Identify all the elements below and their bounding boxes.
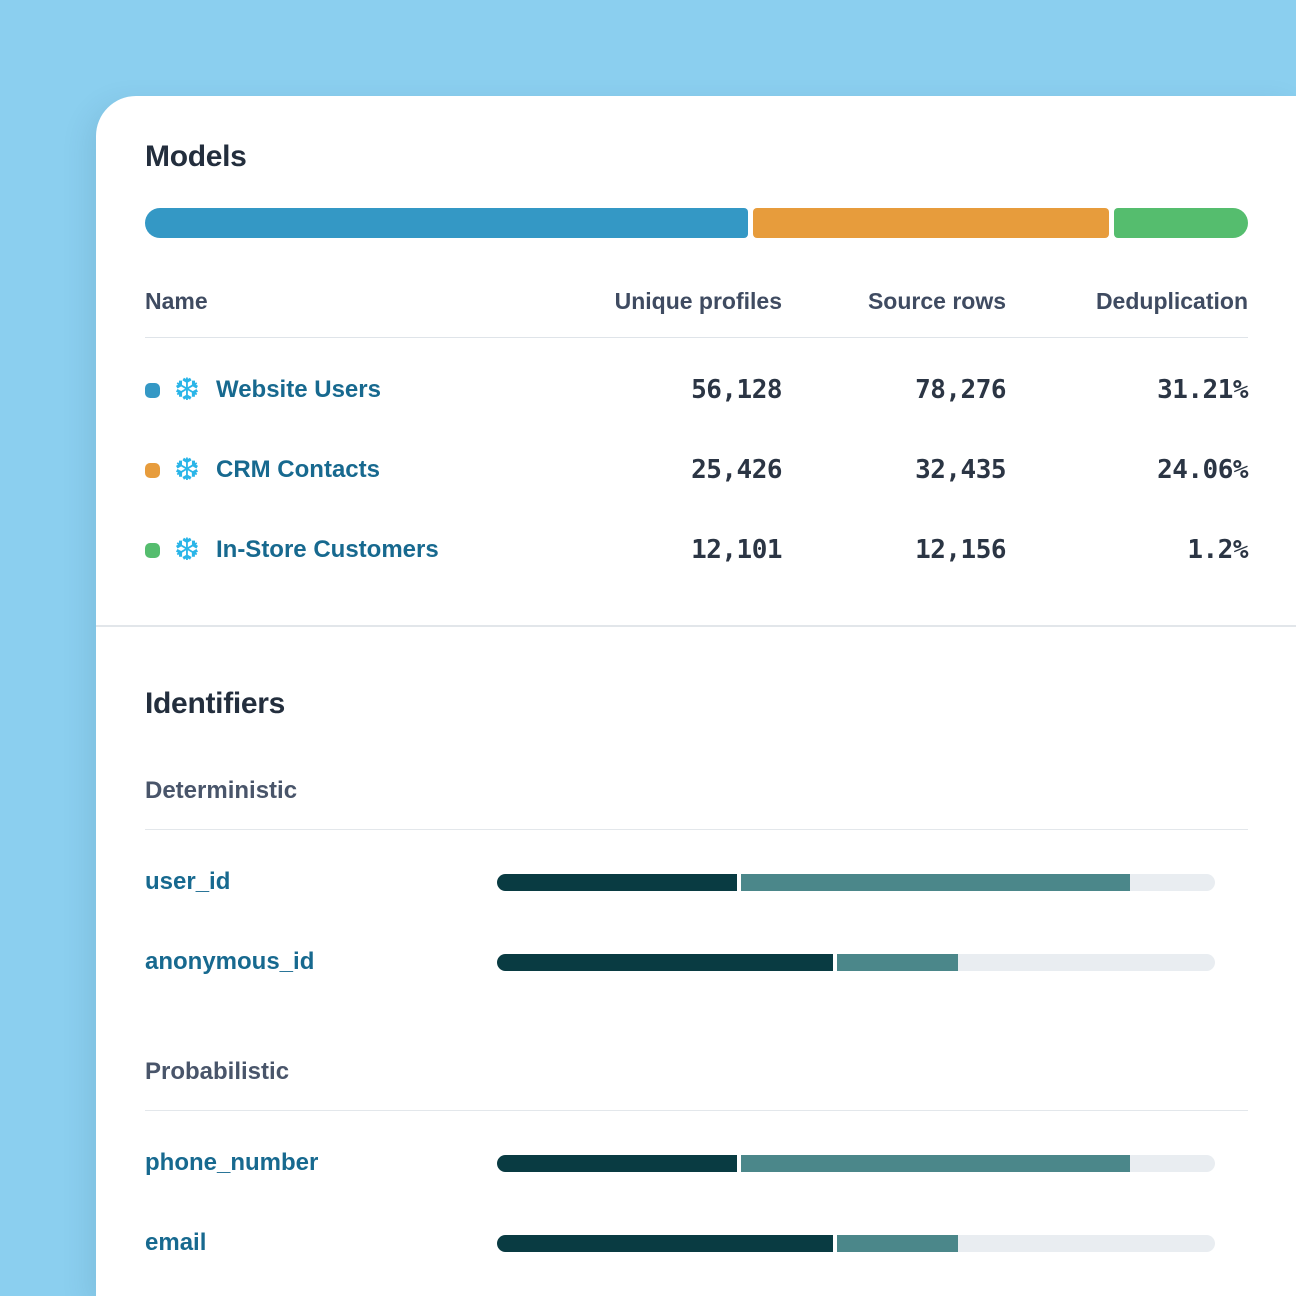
deduplication-value: 1.2%: [1006, 535, 1248, 565]
models-section: Models Name Unique profiles Source rows …: [96, 96, 1296, 590]
bar-segment-resolved: [497, 1235, 833, 1252]
stacked-bar-segment-in-store-customers[interactable]: [1114, 208, 1248, 238]
identifier-row: email: [145, 1203, 1248, 1283]
main-card: Models Name Unique profiles Source rows …: [96, 96, 1296, 1296]
divider: [145, 1110, 1248, 1111]
model-name-cell: ❆ Website Users: [145, 375, 542, 406]
unique-profiles-value: 12,101: [542, 535, 782, 565]
bar-segment-resolved: [497, 874, 737, 891]
model-name-link[interactable]: In-Store Customers: [216, 536, 439, 564]
identifier-name-link[interactable]: email: [145, 1229, 497, 1257]
deduplication-value: 31.21%: [1006, 375, 1248, 405]
model-name-link[interactable]: CRM Contacts: [216, 456, 380, 484]
bar-segment-resolved: [497, 954, 833, 971]
bar-segment-partial: [837, 1235, 958, 1252]
models-table-body: ❆ Website Users 56,128 78,276 31.21% ❆ C…: [145, 350, 1248, 590]
identifier-bar-track: [497, 1155, 1215, 1172]
snowflake-icon: ❆: [174, 455, 200, 486]
divider: [145, 829, 1248, 830]
identifier-group-rows: phone_number email: [145, 1123, 1248, 1283]
model-name-link[interactable]: Website Users: [216, 376, 381, 404]
deduplication-value: 24.06%: [1006, 455, 1248, 485]
bar-segment-partial: [837, 954, 958, 971]
source-rows-value: 32,435: [782, 455, 1006, 485]
models-table-header: Name Unique profiles Source rows Dedupli…: [145, 288, 1248, 338]
snowflake-icon: ❆: [174, 375, 200, 406]
identifier-group-rows: user_id anonymous_id: [145, 842, 1248, 1002]
source-rows-value: 12,156: [782, 535, 1006, 565]
identifier-row: phone_number: [145, 1123, 1248, 1203]
identifier-row: anonymous_id: [145, 922, 1248, 1002]
table-row: ❆ Website Users 56,128 78,276 31.21%: [145, 350, 1248, 430]
identifier-name-link[interactable]: anonymous_id: [145, 948, 497, 976]
identifier-groups: Deterministic user_id anonymous_id Proba…: [145, 777, 1248, 1283]
table-row: ❆ In-Store Customers 12,101 12,156 1.2%: [145, 510, 1248, 590]
identifier-name-link[interactable]: phone_number: [145, 1149, 497, 1177]
col-header-name: Name: [145, 288, 542, 315]
bar-segment-resolved: [497, 1155, 737, 1172]
bar-segment-partial: [741, 1155, 1130, 1172]
stacked-bar-segment-crm-contacts[interactable]: [753, 208, 1109, 238]
stacked-bar-segment-website-users[interactable]: [145, 208, 748, 238]
identifier-name-link[interactable]: user_id: [145, 868, 497, 896]
model-color-marker: [145, 383, 160, 398]
unique-profiles-value: 56,128: [542, 375, 782, 405]
model-name-cell: ❆ CRM Contacts: [145, 455, 542, 486]
identifier-group-label: Deterministic: [145, 777, 1248, 805]
models-stacked-bar: [145, 208, 1248, 238]
identifier-group-label: Probabilistic: [145, 1058, 1248, 1086]
identifiers-section: Identifiers Deterministic user_id anonym…: [96, 627, 1296, 1283]
identifier-bar-track: [497, 1235, 1215, 1252]
bar-segment-partial: [741, 874, 1130, 891]
model-color-marker: [145, 463, 160, 478]
identifier-bar-track: [497, 954, 1215, 971]
identifier-group: Probabilistic phone_number email: [145, 1058, 1248, 1283]
table-row: ❆ CRM Contacts 25,426 32,435 24.06%: [145, 430, 1248, 510]
col-header-deduplication: Deduplication: [1006, 288, 1248, 315]
unique-profiles-value: 25,426: [542, 455, 782, 485]
identifier-group: Deterministic user_id anonymous_id: [145, 777, 1248, 1002]
snowflake-icon: ❆: [174, 535, 200, 566]
col-header-source-rows: Source rows: [782, 288, 1006, 315]
identifiers-section-title: Identifiers: [145, 687, 1248, 721]
model-name-cell: ❆ In-Store Customers: [145, 535, 542, 566]
identifier-bar-track: [497, 874, 1215, 891]
source-rows-value: 78,276: [782, 375, 1006, 405]
model-color-marker: [145, 543, 160, 558]
models-section-title: Models: [145, 140, 1248, 174]
col-header-unique-profiles: Unique profiles: [542, 288, 782, 315]
identifier-row: user_id: [145, 842, 1248, 922]
